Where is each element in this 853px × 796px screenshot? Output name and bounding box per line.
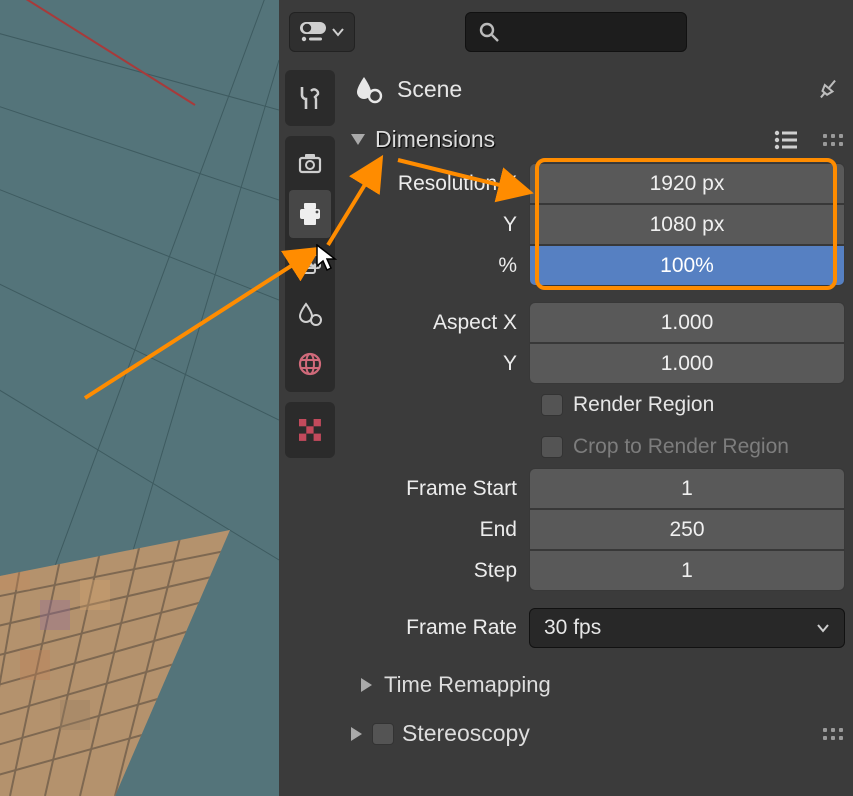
resolution-percent-row: % 100% [349,245,845,286]
pin-icon[interactable] [810,71,847,108]
context-selector[interactable] [289,12,355,52]
search-input[interactable] [465,12,687,52]
drag-handle-icon[interactable] [823,728,843,740]
resolution-x-label: Resolution X [349,172,529,196]
aspect-y-row: Y 1.000 [349,343,845,384]
frame-end-row: End 250 [349,509,845,550]
nav-group-2 [285,136,335,392]
frame-end-field[interactable]: 250 [529,509,845,550]
layers-image-icon [296,250,324,278]
stereoscopy-checkbox[interactable] [372,723,394,745]
dimensions-section-header[interactable]: Dimensions [349,122,845,163]
chevron-down-icon [816,621,830,635]
properties-nav [279,64,341,464]
tab-tool[interactable] [289,74,331,122]
stereoscopy-label: Stereoscopy [402,720,530,747]
tab-viewlayer[interactable] [289,240,331,288]
toggle-icon [300,22,326,42]
frame-rate-value: 30 fps [544,616,601,640]
frame-start-label: Frame Start [349,477,529,501]
disclosure-triangle-down-icon [351,134,365,145]
resolution-y-field[interactable]: 1080 px [529,204,845,245]
aspect-x-field[interactable]: 1.000 [529,302,845,343]
nav-group-1 [285,70,335,126]
wrench-screwdriver-icon [296,84,324,112]
droplet-cone-icon [296,300,324,328]
render-region-label: Render Region [573,393,714,417]
aspect-y-label: Y [349,352,529,376]
scene-droplet-icon [353,74,383,104]
tab-scene[interactable] [289,290,331,338]
frame-rate-row: Frame Rate 30 fps [349,607,845,648]
dimensions-label: Dimensions [375,126,495,153]
resolution-x-row: Resolution X 1920 px [349,163,845,204]
checker-icon [297,417,323,443]
panel-header [279,0,853,64]
frame-step-row: Step 1 [349,550,845,591]
search-icon [478,21,500,43]
tab-world[interactable] [289,340,331,388]
list-preset-icon[interactable] [773,129,799,151]
frame-step-field[interactable]: 1 [529,550,845,591]
crop-region-row: Crop to Render Region [349,426,845,468]
disclosure-triangle-right-icon [361,678,372,692]
render-region-checkbox[interactable] [541,394,563,416]
resolution-percent-field[interactable]: 100% [529,245,845,286]
resolution-x-field[interactable]: 1920 px [529,163,845,204]
crop-region-label: Crop to Render Region [573,435,789,459]
render-region-row: Render Region [349,384,845,426]
nav-group-3 [285,402,335,458]
frame-start-field[interactable]: 1 [529,468,845,509]
frame-end-label: End [349,518,529,542]
frame-step-label: Step [349,559,529,583]
time-remapping-label: Time Remapping [384,672,551,698]
resolution-y-label: Y [349,213,529,237]
aspect-y-field[interactable]: 1.000 [529,343,845,384]
tab-output[interactable] [289,190,331,238]
frame-start-row: Frame Start 1 [349,468,845,509]
aspect-x-row: Aspect X 1.000 [349,302,845,343]
viewport-3d[interactable] [0,0,279,796]
camera-back-icon [296,150,324,178]
frame-rate-select[interactable]: 30 fps [529,608,845,648]
stereoscopy-header[interactable]: Stereoscopy [349,716,845,751]
crop-region-checkbox[interactable] [541,436,563,458]
properties-content: Scene Dimensions Resolution X 1920 px [341,64,853,796]
drag-handle-icon[interactable] [823,134,843,146]
tab-texture[interactable] [289,406,331,454]
resolution-percent-label: % [349,254,529,278]
printer-output-icon [296,200,324,228]
scene-header: Scene [349,68,845,122]
tab-render[interactable] [289,140,331,188]
frame-rate-label: Frame Rate [349,616,529,640]
properties-panel: Scene Dimensions Resolution X 1920 px [279,0,853,796]
resolution-y-row: Y 1080 px [349,204,845,245]
scene-title: Scene [397,76,801,103]
disclosure-triangle-right-icon [351,727,362,741]
aspect-x-label: Aspect X [349,311,529,335]
world-icon [296,350,324,378]
chevron-down-icon [332,26,344,38]
time-remapping-header[interactable]: Time Remapping [349,664,845,698]
